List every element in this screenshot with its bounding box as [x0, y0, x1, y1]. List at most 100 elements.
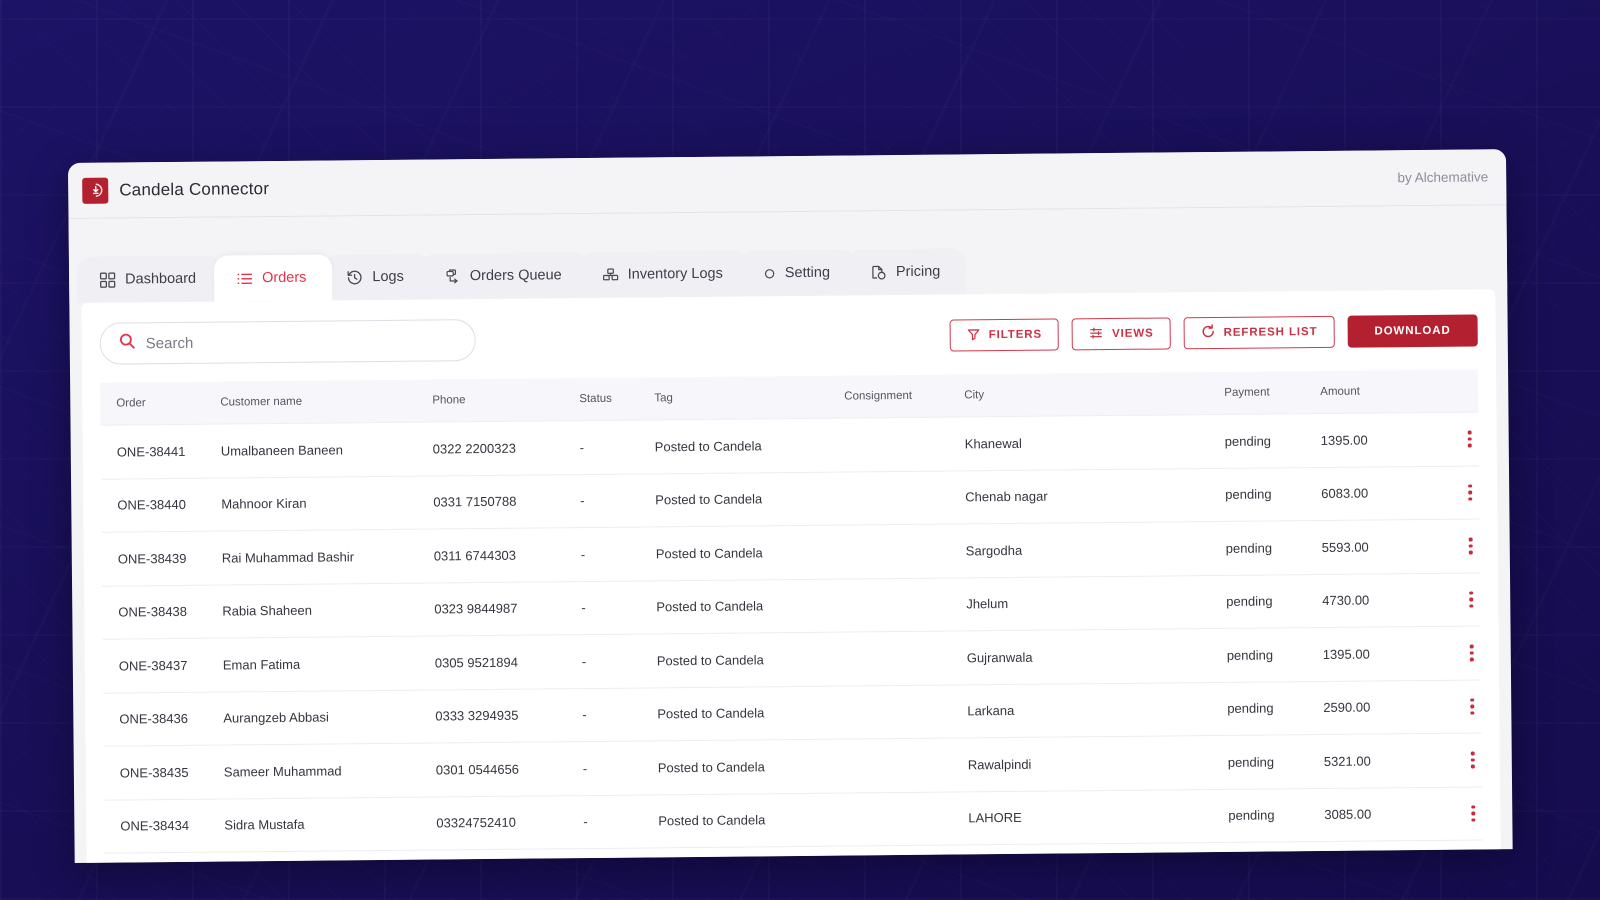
column-header[interactable]: Tag: [654, 375, 845, 420]
tab-setting[interactable]: Setting: [740, 249, 857, 297]
cell-amount: 1395.00: [1322, 626, 1444, 681]
tab-inventory-logs[interactable]: Inventory Logs: [579, 250, 750, 299]
toolbar-actions: FILTERS VIEWS REFRESH LIST DOWNLOAD: [949, 314, 1478, 352]
cell-phone: 0305 9521894: [434, 634, 583, 690]
column-header-actions: [1440, 369, 1483, 413]
cell-amount: 1395.00: [1320, 412, 1441, 467]
cell-tag: Posted to Candela: [655, 525, 847, 581]
cell-city: Khanewal: [964, 414, 1225, 471]
kebab-menu-icon[interactable]: [1443, 698, 1482, 715]
refresh-list-label: REFRESH LIST: [1223, 326, 1318, 339]
orders-table-scroll[interactable]: Order Customer name Phone Status Tag Consignm…: [100, 369, 1483, 863]
cell-tag: Posted to Candela: [655, 471, 846, 527]
kebab-menu-icon[interactable]: [1444, 805, 1482, 822]
cell-status: -: [582, 740, 659, 796]
cell-city: Jhelum: [966, 574, 1227, 631]
tab-bar: Dashboard Orders Logs Orders Queue Inventory…: [68, 205, 1508, 303]
column-header[interactable]: Consignment: [844, 374, 965, 419]
download-button[interactable]: DOWNLOAD: [1347, 314, 1478, 348]
tab-label: Setting: [784, 264, 831, 282]
kebab-menu-icon[interactable]: [1443, 644, 1483, 662]
cell-tag: Posted to Candela: [657, 739, 849, 795]
cell-customer: Sidra Mustafa: [224, 796, 437, 853]
sliders-icon: [1089, 326, 1104, 343]
funnel-icon: [967, 327, 981, 344]
cell-phone: 03324752410: [436, 795, 584, 850]
column-header[interactable]: City: [964, 371, 1225, 417]
cell-customer: Eman Fatima: [222, 636, 436, 692]
cell-city: Sargodha: [965, 521, 1227, 578]
kebab-menu-icon[interactable]: [1441, 430, 1483, 448]
boxes-icon: [602, 266, 619, 283]
tab-dashboard[interactable]: Dashboard: [76, 255, 223, 303]
cell-phone: 0333 3294935: [435, 688, 583, 743]
cell-order: ONE-38441: [100, 424, 222, 479]
cell-city: Rawalpindi: [967, 735, 1229, 792]
tab-label: Pricing: [895, 263, 941, 281]
cell-status: -: [580, 526, 657, 582]
cell-customer: Mahnoor Kiran: [221, 475, 434, 532]
cell-consignment: [844, 470, 966, 526]
table-body: ONE-38441 Umalbaneen Baneen 0322 2200323- P…: [100, 411, 1483, 863]
cell-customer: Umalbaneen Baneen: [220, 422, 434, 478]
search-input[interactable]: [145, 331, 457, 352]
cell-payment: pending: [1224, 413, 1321, 468]
cell-amount: 5321.00: [1323, 733, 1445, 788]
kebab-menu-icon[interactable]: [1441, 484, 1483, 501]
cell-amount: 3085.00: [1324, 786, 1445, 842]
row-actions-cell: [1443, 732, 1483, 787]
cell-status: -: [580, 473, 656, 528]
row-actions-cell: [1440, 411, 1483, 466]
kebab-menu-icon[interactable]: [1442, 591, 1482, 608]
column-header[interactable]: Phone: [432, 378, 580, 423]
tab-orders[interactable]: Orders: [213, 254, 333, 302]
column-header[interactable]: Status: [579, 377, 655, 421]
cell-order: ONE-38439: [101, 531, 223, 586]
column-header[interactable]: Customer name: [220, 379, 433, 425]
cell-payment: pending: [1226, 573, 1323, 629]
filters-button[interactable]: FILTERS: [949, 318, 1060, 352]
cell-payment: pending: [1226, 627, 1324, 682]
kebab-menu-icon[interactable]: [1444, 751, 1483, 769]
app-window: Candela Connector by Alchemative Dashboa…: [68, 149, 1513, 863]
byline: by Alchemative: [1397, 169, 1489, 186]
cell-tag: Posted to Candela: [657, 685, 848, 741]
views-button[interactable]: VIEWS: [1071, 317, 1171, 351]
row-actions-cell: [1443, 679, 1483, 734]
cell-phone: 0322 2200323: [432, 420, 581, 476]
cell-city: LAHORE: [968, 788, 1229, 845]
cell-order: ONE-38435: [103, 745, 225, 800]
cell-payment: pending: [1225, 520, 1323, 575]
filters-label: FILTERS: [988, 328, 1043, 342]
column-header[interactable]: Payment: [1224, 370, 1321, 415]
tab-orders-queue[interactable]: Orders Queue: [421, 252, 588, 300]
cell-tag: Posted to Candela: [654, 418, 845, 474]
kebab-menu-icon[interactable]: [1442, 537, 1483, 555]
circle-icon: [763, 267, 776, 280]
refresh-list-button[interactable]: REFRESH LIST: [1183, 315, 1335, 350]
cell-amount: 2590.00: [1323, 679, 1444, 735]
column-header[interactable]: Amount: [1320, 369, 1441, 414]
cell-tag: Posted to Candela: [658, 792, 849, 848]
cell-payment: pending: [1224, 466, 1322, 522]
cell-customer: Rabia Shaheen: [222, 582, 435, 639]
brand: Candela Connector: [82, 176, 269, 204]
cell-order: ONE-38433: [104, 852, 226, 863]
cell-consignment: [846, 630, 968, 686]
row-actions-cell: [1441, 572, 1483, 627]
tab-logs[interactable]: Logs: [324, 253, 431, 301]
tab-pricing[interactable]: Pricing: [847, 248, 967, 296]
cell-consignment: [848, 791, 969, 847]
cell-status: -: [583, 794, 659, 849]
column-header[interactable]: Order: [100, 381, 221, 426]
row-actions-cell: [1441, 518, 1483, 573]
cell-tag: Posted to Candela: [656, 632, 848, 688]
views-label: VIEWS: [1111, 327, 1154, 340]
cell-consignment: [846, 577, 967, 633]
app-title: Candela Connector: [119, 178, 270, 200]
search-box[interactable]: [99, 319, 476, 365]
cell-amount: 4730.00: [1322, 572, 1443, 628]
search-icon: [119, 332, 136, 354]
cell-customer: Sameer Muhammad: [223, 742, 437, 799]
cell-city: Gujranwala: [966, 628, 1228, 685]
